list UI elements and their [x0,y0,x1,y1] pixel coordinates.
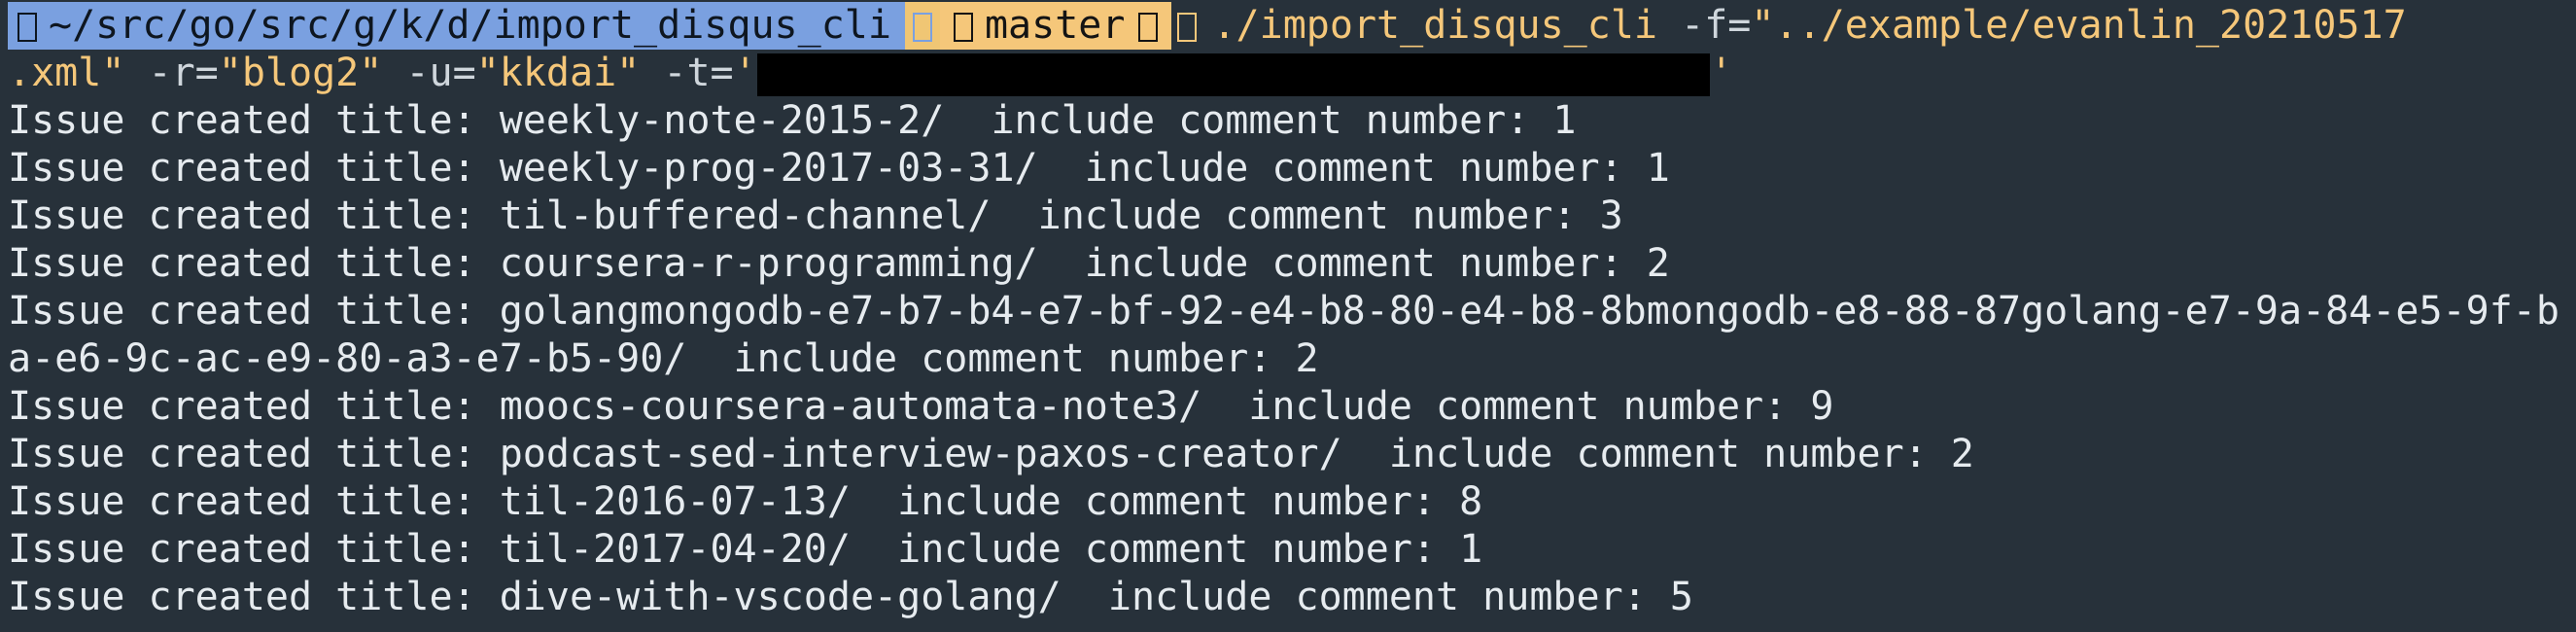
prompt-branch: master [984,3,1126,48]
git-branch-icon [953,13,973,42]
prompt-git-segment: master [939,2,1172,50]
output-line: Issue created title: til-2016-07-13/ inc… [8,479,1483,524]
output-line: Issue created title: golangmongodb-e7-b7… [8,289,2559,334]
arrow-icon [1177,13,1198,42]
powerline-separator-icon [912,13,932,42]
prompt-line: ~/src/go/src/g/k/d/import_disqus_cli mast… [8,2,2576,50]
value-f-part2: .xml" [8,51,125,95]
output-line: Issue created title: coursera-r-programm… [8,241,1670,286]
output-line: Issue created title: weekly-prog-2017-03… [8,146,1670,191]
output-line: a-e6-9c-ac-e9-80-a3-e7-b5-90/ include co… [8,336,1319,381]
flag-t: -t= [663,51,734,95]
output-line: Issue created title: til-2017-04-20/ inc… [8,527,1483,572]
flag-f: -f= [1681,3,1752,48]
output-line: Issue created title: moocs-coursera-auto… [8,384,1834,429]
redacted-token [756,53,1710,96]
command-executable: ./import_disqus_cli [1212,3,1658,48]
prompt-path: ~/src/go/src/g/k/d/import_disqus_cli [49,3,891,48]
value-f-part1: "../example/evanlin_20210517 [1751,3,2407,48]
command-continuation-line: .xml" -r="blog2" -u="kkdai" -t=' ' [8,50,2576,97]
flag-r: -r= [148,51,219,95]
output-line: Issue created title: podcast-sed-intervi… [8,432,1974,476]
output-line: Issue created title: til-buffered-channe… [8,193,1623,238]
prompt-directory-segment: ~/src/go/src/g/k/d/import_disqus_cli [8,2,905,50]
value-t-close-quote: ' [1709,51,1733,95]
flag-u: -u= [405,51,476,95]
output-line: Issue created title: dive-with-vscode-go… [8,575,1693,619]
value-u: "kkdai" [475,51,641,95]
folder-icon [17,13,37,42]
terminal-window[interactable]: ~/src/go/src/g/k/d/import_disqus_cli mast… [0,0,2576,632]
prompt-end-separator [1171,2,1212,50]
git-status-icon [1138,13,1159,42]
output-line: Issue created title: weekly-note-2015-2/… [8,98,1577,143]
value-t-open-quote: ' [733,51,757,95]
prompt-separator [904,2,940,50]
value-r: "blog2" [218,51,383,95]
